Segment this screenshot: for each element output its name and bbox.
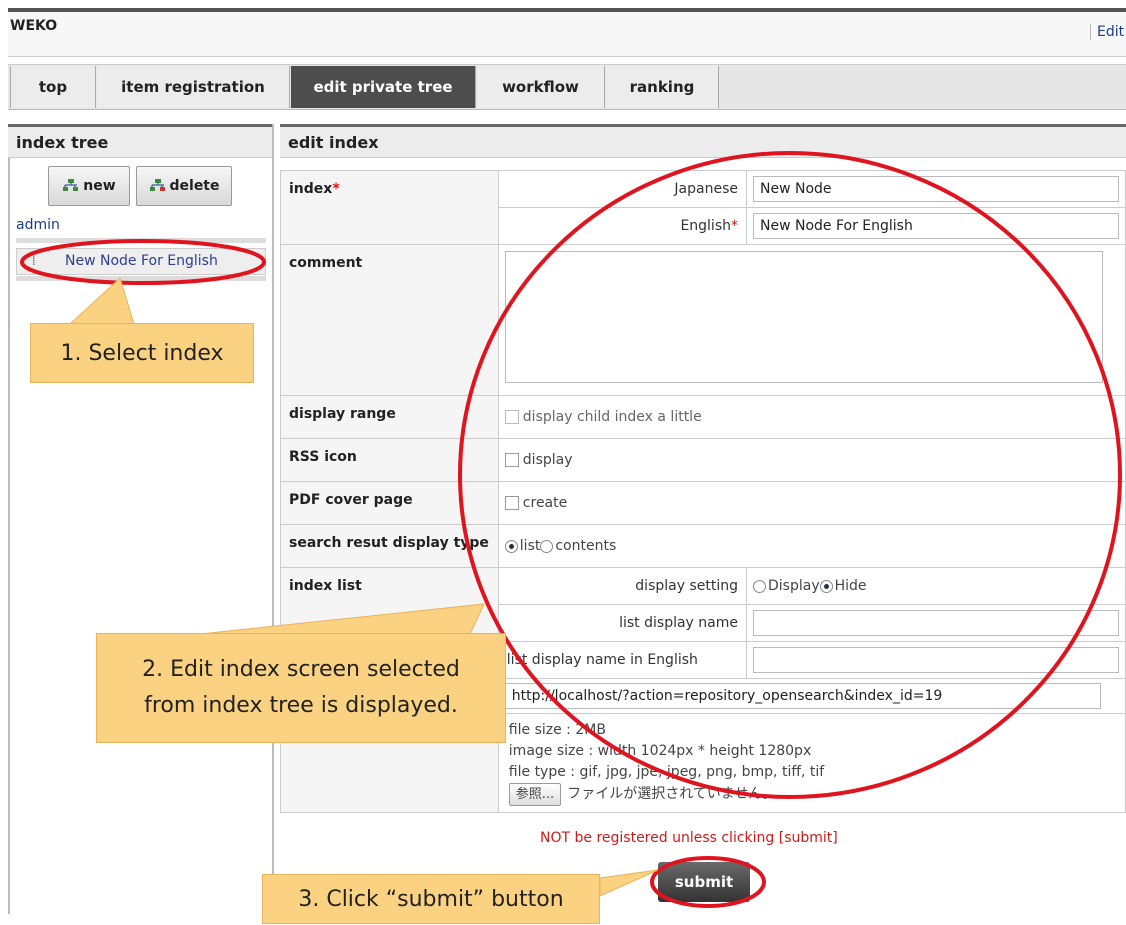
callout-step2-line2: from index tree is displayed. (144, 693, 458, 718)
callout-pointer-step1 (68, 277, 135, 325)
callout-pointer-step2 (199, 603, 485, 635)
callout-step2-line1: 2. Edit index screen selected (142, 657, 460, 682)
callout-step3: 3. Click “submit” button (262, 874, 600, 924)
callout-step1: 1. Select index (30, 323, 254, 383)
highlight-ellipse-submit (650, 856, 766, 908)
highlight-ellipse-form (458, 151, 1122, 799)
callout-pointer-step3 (599, 869, 659, 897)
highlight-ellipse-index-node (20, 239, 266, 285)
annotation-overlay (20, 151, 1122, 908)
callout-step2: 2. Edit index screen selected from index… (96, 633, 506, 743)
